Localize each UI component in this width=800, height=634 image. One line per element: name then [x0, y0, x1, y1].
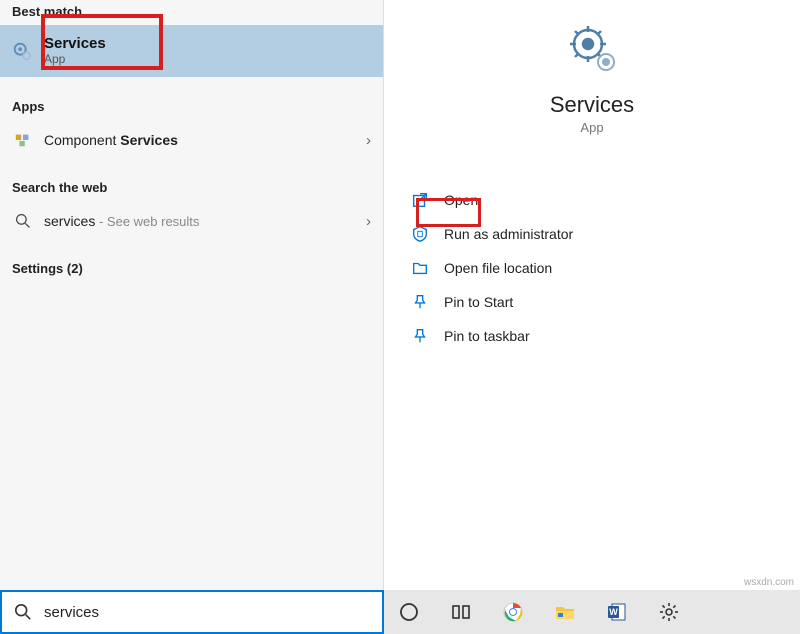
services-gear-icon: [10, 39, 34, 63]
taskbar-settings-icon[interactable]: [656, 599, 682, 625]
chevron-right-icon: ›: [366, 213, 371, 230]
action-open-label: Open: [444, 192, 478, 208]
action-open-location-label: Open file location: [444, 260, 552, 276]
preview-pane: Services App Open Run as administrator O…: [384, 0, 800, 590]
action-open[interactable]: Open: [384, 183, 800, 217]
preview-actions: Open Run as administrator Open file loca…: [384, 183, 800, 353]
taskbar: W: [384, 590, 800, 634]
action-pin-to-taskbar[interactable]: Pin to taskbar: [384, 319, 800, 353]
action-open-file-location[interactable]: Open file location: [384, 251, 800, 285]
preview-title: Services: [384, 92, 800, 118]
action-pin-start-label: Pin to Start: [444, 294, 513, 310]
best-match-subtitle: App: [44, 53, 106, 67]
taskbar-cortana-icon[interactable]: [396, 599, 422, 625]
taskbar-task-view-icon[interactable]: [448, 599, 474, 625]
settings-heading: Settings (2): [0, 261, 383, 276]
search-results-pane: Best match Services App Apps Component S…: [0, 0, 384, 590]
best-match-result[interactable]: Services App: [0, 25, 383, 77]
action-run-admin-label: Run as administrator: [444, 226, 573, 242]
taskbar-word-icon[interactable]: W: [604, 599, 630, 625]
action-pin-to-start[interactable]: Pin to Start: [384, 285, 800, 319]
best-match-heading: Best match: [0, 4, 383, 19]
search-icon: [12, 213, 34, 229]
web-result-label: services - See web results: [44, 213, 366, 229]
pin-start-icon: [406, 293, 434, 311]
open-icon: [406, 191, 434, 209]
chevron-right-icon: ›: [366, 132, 371, 149]
preview-subtitle: App: [384, 120, 800, 135]
web-result-services[interactable]: services - See web results ›: [0, 201, 383, 241]
admin-shield-icon: [406, 225, 434, 243]
svg-text:W: W: [609, 607, 618, 617]
action-pin-taskbar-label: Pin to taskbar: [444, 328, 530, 344]
component-services-icon: [12, 131, 34, 149]
watermark: wsxdn.com: [744, 577, 794, 588]
preview-header: Services App: [384, 0, 800, 135]
folder-location-icon: [406, 259, 434, 277]
apps-result-component-services[interactable]: Component Services ›: [0, 120, 383, 160]
taskbar-chrome-icon[interactable]: [500, 599, 526, 625]
services-large-gear-icon: [566, 22, 618, 74]
apps-heading: Apps: [0, 99, 383, 114]
taskbar-search-box[interactable]: [0, 590, 384, 634]
action-run-as-administrator[interactable]: Run as administrator: [384, 217, 800, 251]
best-match-text: Services App: [44, 35, 106, 66]
search-input[interactable]: [44, 604, 372, 621]
search-icon: [12, 603, 34, 621]
best-match-title: Services: [44, 35, 106, 52]
taskbar-file-explorer-icon[interactable]: [552, 599, 578, 625]
pin-taskbar-icon: [406, 327, 434, 345]
search-web-heading: Search the web: [0, 180, 383, 195]
apps-result-label: Component Services: [44, 132, 366, 148]
